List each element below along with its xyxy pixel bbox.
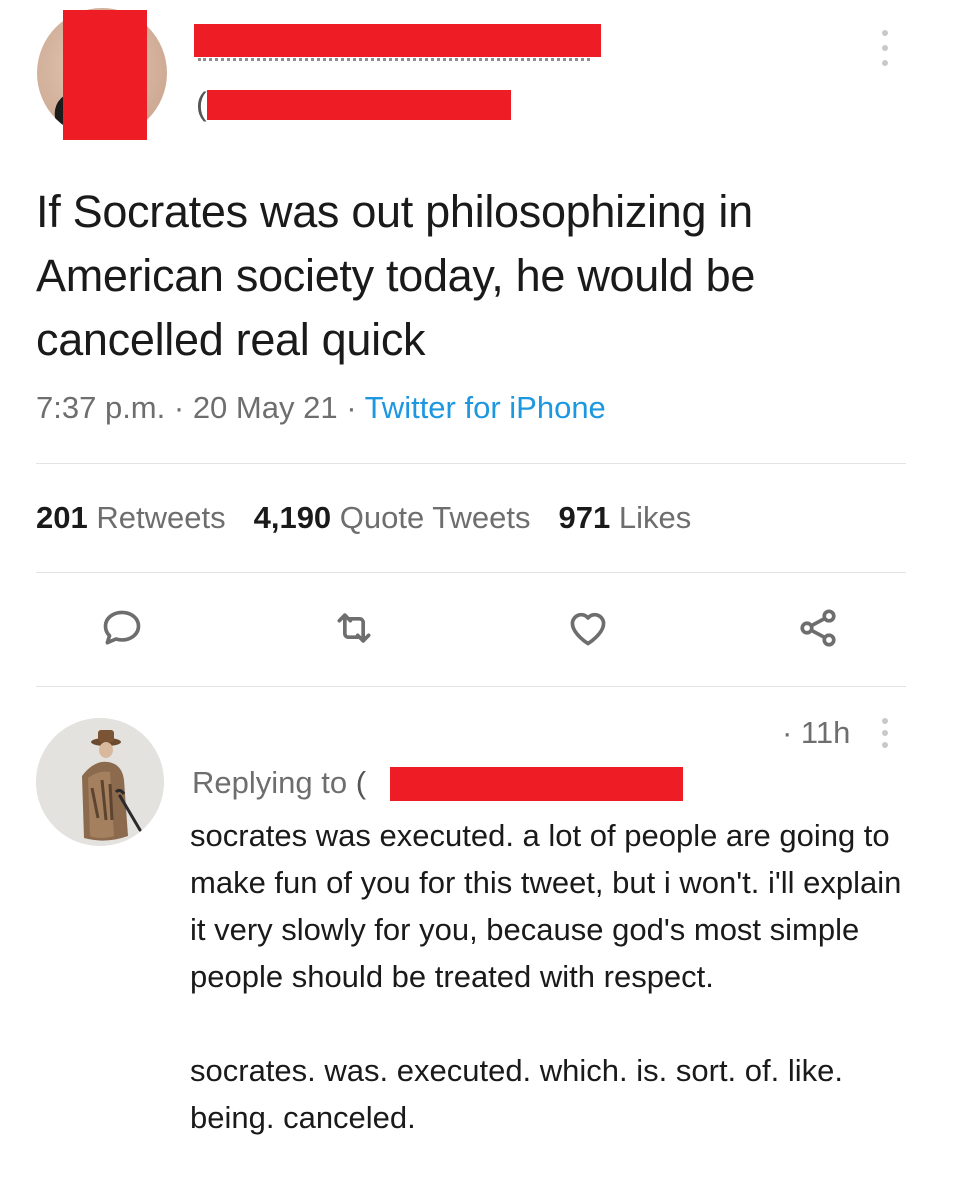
likes-stat[interactable]: 971 Likes: [559, 500, 692, 535]
author-handle-paren: (: [196, 86, 207, 122]
replying-to-paren: (: [355, 765, 367, 800]
replying-to: Replying to (: [192, 765, 366, 801]
speech-bubble-icon: [103, 610, 141, 645]
more-vertical-icon[interactable]: [880, 718, 890, 748]
retweets-stat[interactable]: 201 Retweets: [36, 500, 226, 535]
like-button[interactable]: [566, 606, 610, 650]
tweet-date: 20 May 21: [192, 390, 338, 425]
redaction-author-name: [194, 24, 601, 57]
meta-separator: ·: [337, 390, 365, 425]
retweet-button[interactable]: [332, 606, 376, 650]
divider: [36, 463, 906, 464]
share-button[interactable]: [796, 606, 840, 650]
redaction-author-handle: [207, 90, 511, 120]
retweets-count: 201: [36, 500, 88, 535]
tweet-stats: 201 Retweets 4,190 Quote Tweets 971 Likes: [36, 500, 691, 536]
author-name-remnant: [198, 58, 590, 67]
divider: [36, 572, 906, 573]
more-vertical-icon[interactable]: [880, 30, 890, 66]
reply-paragraph: socrates was executed. a lot of people a…: [190, 818, 902, 994]
redaction-replying-to-handle: [390, 767, 683, 801]
screenshot-cutoff: [0, 1170, 955, 1200]
tweet-source-link[interactable]: Twitter for iPhone: [365, 390, 606, 425]
reply-avatar-figure: [36, 718, 164, 846]
quote-tweets-stat[interactable]: 4,190 Quote Tweets: [254, 500, 531, 535]
likes-count: 971: [558, 500, 611, 535]
reply-timestamp[interactable]: · 11h: [782, 715, 850, 751]
replying-to-label: Replying to: [192, 765, 348, 800]
tweet-text: If Socrates was out philosophizing in Am…: [36, 186, 756, 365]
reply-text: socrates was executed. a lot of people a…: [190, 812, 920, 1141]
tweet-time: 7:37 p.m.: [36, 390, 166, 425]
reply-author-avatar[interactable]: [36, 718, 164, 846]
quote-tweets-label: Quote Tweets: [339, 500, 531, 535]
retweets-label: Retweets: [96, 500, 226, 535]
likes-label: Likes: [618, 500, 692, 535]
reply-button[interactable]: [100, 606, 144, 650]
redaction-avatar: [63, 10, 147, 140]
divider: [36, 686, 906, 687]
heart-icon: [570, 612, 606, 646]
retweet-icon: [337, 613, 371, 643]
quote-tweets-count: 4,190: [253, 500, 332, 535]
tweet-meta: 7:37 p.m. · 20 May 21 · Twitter for iPho…: [36, 390, 606, 426]
meta-separator: ·: [165, 390, 193, 425]
reply-paragraph: socrates. was. executed. which. is. sort…: [190, 1053, 843, 1135]
share-icon: [800, 609, 836, 647]
